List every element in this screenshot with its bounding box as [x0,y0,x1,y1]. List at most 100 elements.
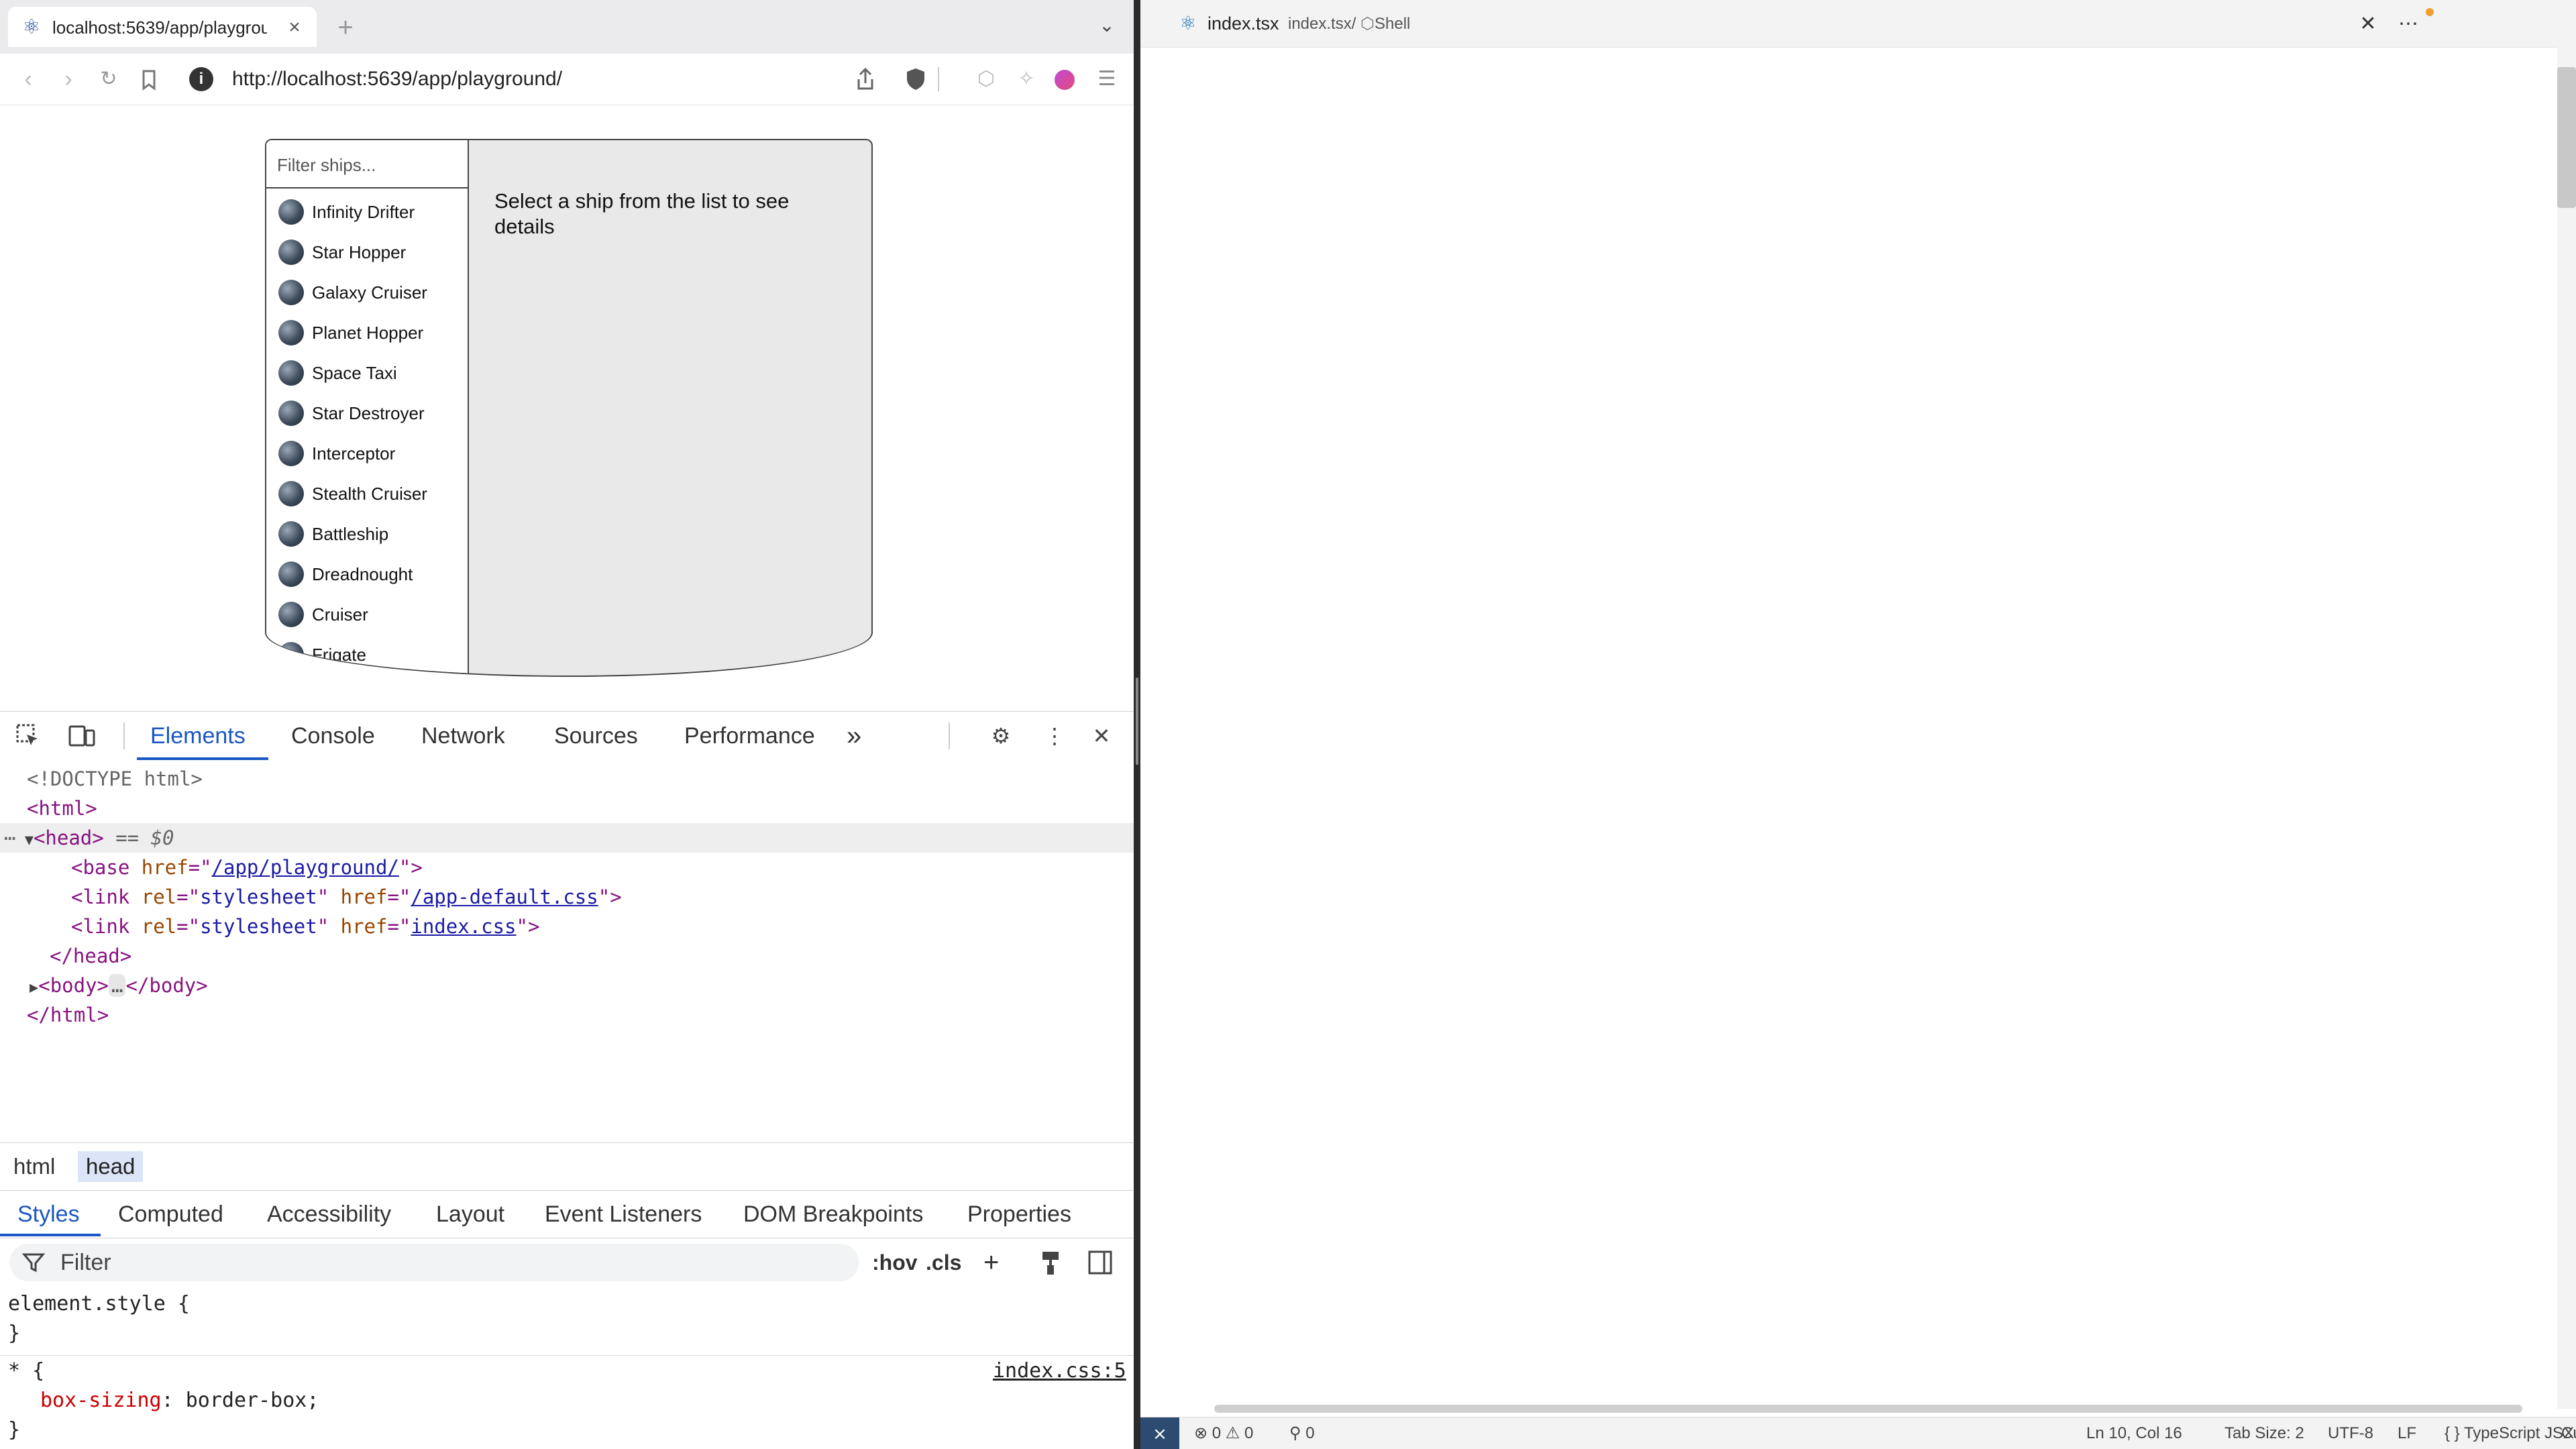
more-actions-icon[interactable]: ⋯ [2395,11,2422,38]
ship-filter-input[interactable] [276,150,460,180]
ship-list-item[interactable]: Stealth Cruiser [266,473,468,513]
ship-list-item[interactable]: Infinity Drifter [266,191,468,231]
line-ending[interactable]: LF [2398,1417,2416,1449]
expand-triangle-icon[interactable]: ▶ [0,979,38,996]
warning-count: 0 [1244,1424,1254,1442]
profile-avatar[interactable] [1055,70,1075,90]
tab-event-listeners[interactable]: Event Listeners [545,1199,702,1230]
symbol-icon: ⬡ [1356,15,1375,33]
back-icon[interactable]: ‹ [15,66,42,93]
browser-tab[interactable]: ⚛ localhost:5639/app/playground × [8,7,317,47]
rule-selector-star[interactable]: * { [8,1356,44,1386]
tab-dom-breakpoints[interactable]: DOM Breakpoints [743,1199,923,1230]
ports-status[interactable]: ⚲ 0 [1289,1417,1315,1449]
cls-toggle[interactable]: .cls [926,1248,961,1277]
dom-node-doctype[interactable]: <!DOCTYPE html> [0,764,1134,794]
shield-icon[interactable] [902,66,929,93]
ship-list-item[interactable]: Cruiser [266,594,468,634]
tab-styles[interactable]: Styles [17,1199,80,1230]
site-info-icon[interactable]: i [189,67,213,91]
tab-sources[interactable]: Sources [554,721,638,751]
tab-accessibility[interactable]: Accessibility [267,1199,391,1230]
collapsed-children-badge[interactable]: … [109,974,126,997]
settings-gear-icon[interactable]: ⚙ [986,721,1016,751]
dom-node-base[interactable]: <base href="/app/playground/"> [0,853,1134,882]
more-tabs-icon[interactable]: » [847,721,861,751]
encoding[interactable]: UTF-8 [2328,1417,2373,1449]
toggle-sidebar-icon[interactable] [1085,1248,1115,1277]
tab-list-menu-icon[interactable]: ⌄ [1093,12,1120,39]
rule-source-link[interactable]: index.css:5 [993,1356,1126,1386]
dom-node-html-close[interactable]: </html> [0,1000,1134,1030]
hov-toggle[interactable]: :hov [872,1248,918,1277]
link-href[interactable]: index.css [411,915,516,938]
expand-triangle-icon[interactable]: ▼ [15,832,34,849]
dom-node-head[interactable]: ⋯ ▼<head> == $0 [0,823,1134,853]
dom-node-html[interactable]: <html> [0,794,1134,823]
share-icon[interactable] [852,66,879,93]
new-tab-button[interactable]: + [329,11,362,44]
language-mode[interactable]: { } TypeScript JSX [2445,1417,2574,1449]
tab-network[interactable]: Network [421,721,505,751]
tab-computed[interactable]: Computed [118,1199,223,1230]
ai-assistant-icon[interactable]: ✧ [1013,66,1040,93]
toolbar-divider [123,722,125,749]
tab-layout[interactable]: Layout [436,1199,504,1230]
css-declaration[interactable]: box-sizing: border-box; [40,1386,319,1415]
ship-list-item[interactable]: Galaxy Cruiser [266,272,468,312]
url-field[interactable]: http://localhost:5639/app/playground/ [232,66,836,93]
rule-selector-element-style[interactable]: element.style { [8,1289,190,1319]
link-href[interactable]: /app-default.css [411,885,598,908]
ship-list-item[interactable]: Space Taxi [266,352,468,392]
ship-list-item[interactable]: Frigate [266,634,468,674]
tab-close-icon[interactable]: × [283,16,306,39]
ship-avatar [278,199,304,225]
breadcrumb-head[interactable]: head [78,1151,144,1182]
extensions-icon[interactable]: ⬡ [973,66,1000,93]
dom-node-body[interactable]: ▶<body>… </body> [0,971,1134,1000]
ship-list-item[interactable]: Planet Hopper [266,312,468,352]
split-grip-handle[interactable] [1136,678,1138,765]
tab-performance[interactable]: Performance [684,721,815,751]
ship-list-item[interactable]: Dreadnought [266,553,468,594]
vertical-scrollbar-track[interactable] [2557,47,2576,1409]
code-area[interactable] [1140,47,2576,1409]
styles-filter-input[interactable] [9,1244,859,1281]
close-devtools-icon[interactable]: ✕ [1087,721,1116,751]
tab-properties[interactable]: Properties [967,1199,1071,1230]
breadcrumb-html[interactable]: html [5,1151,63,1182]
more-options-icon[interactable]: ⋮ [1040,721,1069,751]
problems-status[interactable]: ⊗ 0 ⚠ 0 [1194,1417,1253,1449]
tab-elements[interactable]: Elements [150,721,246,751]
editor-breadcrumb[interactable]: index.tsx/ ⬡Shell [1288,13,1410,35]
dom-node-link[interactable]: <link rel="stylesheet" href="/app-defaul… [0,882,1134,912]
remote-indicator-icon[interactable]: ⨯ [1140,1417,1179,1449]
vertical-scrollbar-thumb[interactable] [2557,67,2576,208]
reload-icon[interactable]: ↻ [95,66,122,93]
close-editor-icon[interactable]: ✕ [2355,11,2381,38]
base-href-link[interactable]: /app/playground/ [212,856,399,879]
tab-size[interactable]: Tab Size: 2 [2224,1417,2304,1449]
node-actions-icon[interactable]: ⋯ [0,826,15,849]
ship-list-item[interactable]: Star Hopper [266,231,468,272]
paint-brush-icon[interactable] [1037,1248,1064,1277]
cursor-tab[interactable]: Cursor Tab [2561,1417,2576,1449]
rule-divider [0,1355,1134,1356]
dom-node-link[interactable]: <link rel="stylesheet" href="index.css"> [0,912,1134,941]
forward-icon[interactable]: › [55,66,82,93]
ship-playground-app: Infinity Drifter Star Hopper Galaxy Crui… [265,139,873,677]
head-close-tag: </head> [50,945,132,967]
dom-node-head-close[interactable]: </head> [0,941,1134,971]
ship-list-item[interactable]: Star Destroyer [266,392,468,433]
ship-list-item[interactable]: Battleship [266,513,468,553]
cursor-position[interactable]: Ln 10, Col 16 [2086,1417,2182,1449]
horizontal-scrollbar[interactable] [1214,1405,2522,1413]
editor-filename[interactable]: index.tsx [1208,12,1279,35]
new-rule-icon[interactable]: + [983,1248,999,1277]
menu-icon[interactable]: ☰ [1093,66,1120,93]
bookmark-icon[interactable] [136,66,162,93]
ship-list-item[interactable]: Interceptor [266,433,468,473]
tab-console[interactable]: Console [291,721,375,751]
device-toolbar-icon[interactable] [67,721,97,751]
inspect-element-icon[interactable] [13,721,43,751]
